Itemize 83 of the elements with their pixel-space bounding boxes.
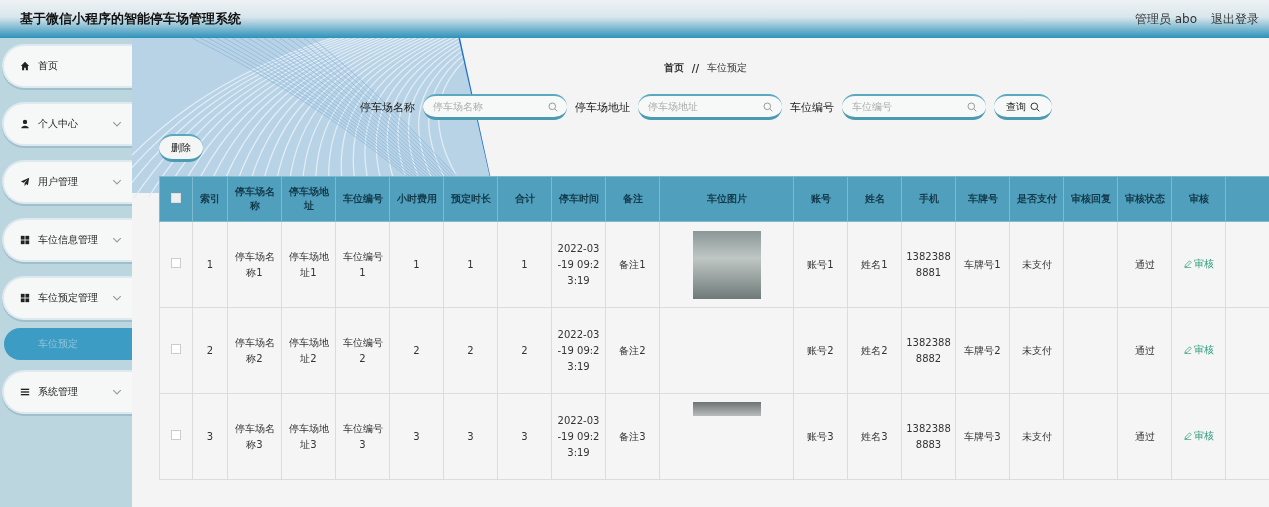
table-cell: 1 <box>497 221 552 308</box>
column-header: 停车场名称 <box>227 176 282 222</box>
table-cell: 备注1 <box>605 221 660 308</box>
sidebar-item[interactable]: 车位信息管理 <box>2 218 132 262</box>
search-field[interactable]: 停车场地址 <box>637 94 782 120</box>
column-header: 预定时长 <box>443 176 498 222</box>
table-cell: 2 <box>497 307 552 394</box>
table-cell: 车牌号3 <box>955 393 1010 480</box>
search-field[interactable]: 停车场名称 <box>422 94 567 120</box>
table-cell: 停车场地址3 <box>281 393 336 480</box>
table-cell: 账号1 <box>793 221 848 308</box>
column-header: 索引 <box>192 176 228 222</box>
table-cell: 2022-03-19 09:23:19 <box>551 393 606 480</box>
table-cell: 3 <box>192 393 228 480</box>
table-cell: 1 <box>192 221 228 308</box>
table-cell: 13823888882 <box>901 307 956 394</box>
table-cell: 3 <box>443 393 498 480</box>
user-name: 管理员 abo <box>1134 10 1197 28</box>
column-header: 合计 <box>497 176 552 222</box>
table-cell: 13823888881 <box>901 221 956 308</box>
table-cell: 车位编号3 <box>335 393 390 480</box>
table-cell: 2022-03-19 09:23:19 <box>551 307 606 394</box>
table-cell: 1 <box>443 221 498 308</box>
query-button[interactable]: 查询 <box>993 94 1052 120</box>
table-cell: 备注2 <box>605 307 660 394</box>
table-cell: 姓名1 <box>847 221 902 308</box>
table-cell: 停车场名称3 <box>227 393 282 480</box>
field-label: 车位编号 <box>789 99 834 115</box>
table-cell: 车位编号2 <box>335 307 390 394</box>
column-header: 是否支付 <box>1009 176 1064 222</box>
column-header: 手机 <box>901 176 956 222</box>
table-cell: 账号3 <box>793 393 848 480</box>
table-cell: 停车场名称2 <box>227 307 282 394</box>
column-header: 姓名 <box>847 176 902 222</box>
column-header: 审核回复 <box>1063 176 1118 222</box>
table-cell: 未支付 <box>1009 221 1064 308</box>
column-header: 审核状态 <box>1117 176 1172 222</box>
field-label: 停车场名称 <box>359 99 415 115</box>
column-header: 停车时间 <box>551 176 606 222</box>
sidebar-item[interactable]: 车位预定管理 <box>2 276 132 320</box>
table-cell: 停车场名称1 <box>227 221 282 308</box>
table-cell: 2 <box>443 307 498 394</box>
sidebar-item[interactable]: 个人中心 <box>2 102 132 146</box>
table-cell: 姓名3 <box>847 393 902 480</box>
table-cell: 未支付 <box>1009 393 1064 480</box>
table-cell: 停车场地址1 <box>281 221 336 308</box>
breadcrumb-home-link[interactable]: 首页 <box>663 61 684 75</box>
column-header: 审核 <box>1171 176 1226 222</box>
table-cell: 账号2 <box>793 307 848 394</box>
table-cell: 3 <box>389 393 444 480</box>
column-header: 备注 <box>605 176 660 222</box>
column-header: 停车场地址 <box>281 176 336 222</box>
sidebar-item[interactable]: 系统管理 <box>2 370 132 414</box>
table-cell: 2 <box>192 307 228 394</box>
breadcrumb-separator: // <box>691 62 700 74</box>
logout-link[interactable]: 退出登录 <box>1211 10 1259 28</box>
table-cell: 1 <box>389 221 444 308</box>
column-header: 车牌号 <box>955 176 1010 222</box>
column-header: 车位图片 <box>659 176 794 222</box>
table-cell: 3 <box>497 393 552 480</box>
column-header: 小时费用 <box>389 176 444 222</box>
table-cell: 2 <box>389 307 444 394</box>
search-field[interactable]: 车位编号 <box>841 94 986 120</box>
table-cell: 通过 <box>1117 221 1172 308</box>
table-cell: 2022-03-19 09:23:19 <box>551 221 606 308</box>
app-title: 基于微信小程序的智能停车场管理系统 <box>20 10 242 28</box>
table-cell: 备注3 <box>605 393 660 480</box>
table-cell: 停车场地址2 <box>281 307 336 394</box>
table-cell: 13823888883 <box>901 393 956 480</box>
table-cell: 通过 <box>1117 307 1172 394</box>
delete-button[interactable]: 删除 <box>159 134 203 162</box>
field-label: 停车场地址 <box>574 99 630 115</box>
table-cell: 通过 <box>1117 393 1172 480</box>
column-header: 车位编号 <box>335 176 390 222</box>
table-cell: 车牌号2 <box>955 307 1010 394</box>
breadcrumb-current: 车位预定 <box>707 61 748 75</box>
table-cell: 车位编号1 <box>335 221 390 308</box>
sidebar-item[interactable]: 用户管理 <box>2 160 132 204</box>
sidebar-item[interactable]: 首页 <box>2 44 132 88</box>
table-cell: 车牌号1 <box>955 221 1010 308</box>
table-cell: 未支付 <box>1009 307 1064 394</box>
column-header: 账号 <box>793 176 848 222</box>
table-cell: 姓名2 <box>847 307 902 394</box>
